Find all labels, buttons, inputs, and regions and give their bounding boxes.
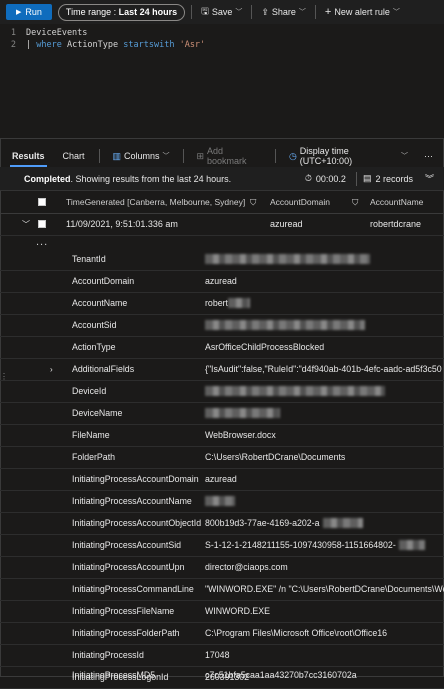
detail-row: InitiatingProcessCommandLine "WINWORD.EX… — [0, 578, 444, 601]
results-tabs-bar: Results Chart ▥ Columns ﹀ ⊞ Add bookmark… — [0, 145, 444, 167]
table-row[interactable]: ﹀ 11/09/2021, 9:51:01.336 am azuread rob… — [0, 213, 444, 236]
chevron-down-icon: ﹀ — [298, 9, 306, 16]
redacted-value — [323, 518, 364, 529]
time-range-picker[interactable]: Time range : Last 24 hours — [57, 3, 186, 21]
tabs-divider — [274, 149, 276, 163]
tabs-divider — [98, 149, 100, 163]
columns-icon: ▥ — [112, 150, 121, 161]
detail-row: InitiatingProcessAccountDomain azuread — [0, 468, 444, 491]
detail-row: InitiatingProcessId 17048 — [0, 644, 444, 667]
chevron-down-icon: ﹀ — [392, 9, 400, 16]
row-checkbox[interactable] — [38, 220, 46, 228]
expand-chevron-icon[interactable]: › — [50, 365, 53, 374]
cell-accountdomain: azuread — [270, 219, 303, 229]
editor-line: 2 | where ActionType startswith 'Asr' — [10, 40, 206, 50]
detail-row: ActionType AsrOfficeChildProcessBlocked — [0, 336, 444, 359]
save-button[interactable]: 🖫 Save ﹀ — [198, 4, 245, 20]
columns-button[interactable]: ▥ Columns ﹀ — [109, 151, 172, 162]
records-icon: ▤ — [362, 173, 372, 183]
query-editor[interactable]: 1 DeviceEvents 2 | where ActionType star… — [0, 24, 444, 139]
detail-row: AccountDomain azuread — [0, 270, 444, 293]
run-button[interactable]: ▶ Run — [6, 4, 52, 20]
tab-chart[interactable]: Chart — [59, 147, 89, 165]
collapse-row-icon[interactable]: ﹀ — [22, 219, 30, 230]
detail-row: DeviceName — [0, 402, 444, 425]
detail-row: InitiatingProcessAccountUpn director@cia… — [0, 556, 444, 579]
timer-icon: ⏱ — [304, 173, 312, 183]
filter-icon[interactable]: ⛉ — [352, 191, 358, 213]
records-count: 2 records — [375, 173, 413, 184]
chevron-down-icon: ﹀ — [401, 153, 408, 160]
query-duration: 00:00.2 — [315, 173, 346, 184]
add-bookmark-button[interactable]: ⊞ Add bookmark — [193, 146, 265, 166]
column-header-accountdomain[interactable]: AccountDomain — [270, 191, 330, 213]
filter-icon[interactable]: ⛉ — [250, 191, 256, 213]
status-message: . Showing results from the last 24 hours… — [70, 173, 232, 184]
column-header-timegenerated[interactable]: TimeGenerated [Canberra, Melbourne, Sydn… — [66, 191, 245, 213]
toolbar-divider — [191, 5, 193, 19]
detail-row: DeviceId — [0, 380, 444, 403]
chevron-down-icon: ﹀ — [235, 9, 243, 16]
toolbar-divider — [314, 5, 316, 19]
cell-timegenerated: 11/09/2021, 9:51:01.336 am — [66, 219, 178, 229]
results-grid-header: TimeGenerated [Canberra, Melbourne, Sydn… — [0, 191, 444, 214]
row-actions-ellipsis[interactable]: ... — [36, 236, 48, 248]
status-completed: Completed — [24, 173, 71, 184]
cell-accountname: robertdcrane — [370, 219, 422, 229]
redacted-value — [205, 408, 280, 419]
editor-line: 1 DeviceEvents — [10, 28, 88, 38]
status-divider — [355, 171, 357, 186]
tabs-divider — [182, 149, 184, 163]
detail-row: TenantId — [0, 248, 444, 271]
redacted-value — [205, 320, 365, 331]
detail-row[interactable]: › AdditionalFields {"IsAudit":false,"Rul… — [0, 358, 444, 381]
redacted-value — [205, 496, 235, 507]
play-icon: ▶ — [16, 9, 22, 16]
detail-row: FileName WebBrowser.docx — [0, 424, 444, 447]
plus-icon: + — [324, 6, 332, 18]
new-alert-rule-button[interactable]: + New alert rule ﹀ — [322, 6, 403, 18]
display-time-button[interactable]: ◷ Display time (UTC+10:00) ﹀ — [286, 146, 411, 166]
detail-row: InitiatingProcessFileName WINWORD.EXE — [0, 600, 444, 623]
share-button[interactable]: ⇪ Share ﹀ — [258, 7, 309, 18]
detail-row: InitiatingProcessAccountSid S-1-12-1-214… — [0, 534, 444, 557]
detail-row: AccountName robert — [0, 292, 444, 315]
redacted-value — [398, 540, 425, 551]
redacted-value — [205, 254, 370, 265]
detail-row: InitiatingProcessAccountName — [0, 490, 444, 513]
more-options-button[interactable]: ··· — [421, 151, 436, 161]
clock-icon: ◷ — [288, 150, 297, 161]
share-icon: ⇪ — [261, 6, 269, 17]
save-icon: 🖫 — [201, 6, 209, 16]
redacted-value — [227, 298, 250, 309]
toolbar-divider — [251, 5, 253, 19]
collapse-chevron-icon[interactable]: ︾ — [425, 172, 434, 185]
detail-row: InitiatingProcessAccountObjectId 800b19d… — [0, 512, 444, 535]
query-status-bar: Completed. Showing results from the last… — [0, 167, 444, 191]
tab-results[interactable]: Results — [8, 147, 49, 167]
chevron-down-icon: ﹀ — [162, 153, 170, 160]
detail-row: FolderPath C:\Users\RobertDCrane\Documen… — [0, 446, 444, 469]
redacted-value — [205, 386, 385, 397]
detail-row: AccountSid — [0, 314, 444, 337]
column-header-accountname[interactable]: AccountName — [370, 191, 423, 213]
more-icon: ··· — [424, 151, 433, 161]
select-all-checkbox[interactable] — [38, 191, 46, 213]
detail-row: InitiatingProcessFolderPath C:\Program F… — [0, 622, 444, 645]
query-toolbar: ▶ Run Time range : Last 24 hours 🖫 Save … — [0, 0, 444, 24]
bookmark-icon: ⊞ — [196, 150, 205, 161]
